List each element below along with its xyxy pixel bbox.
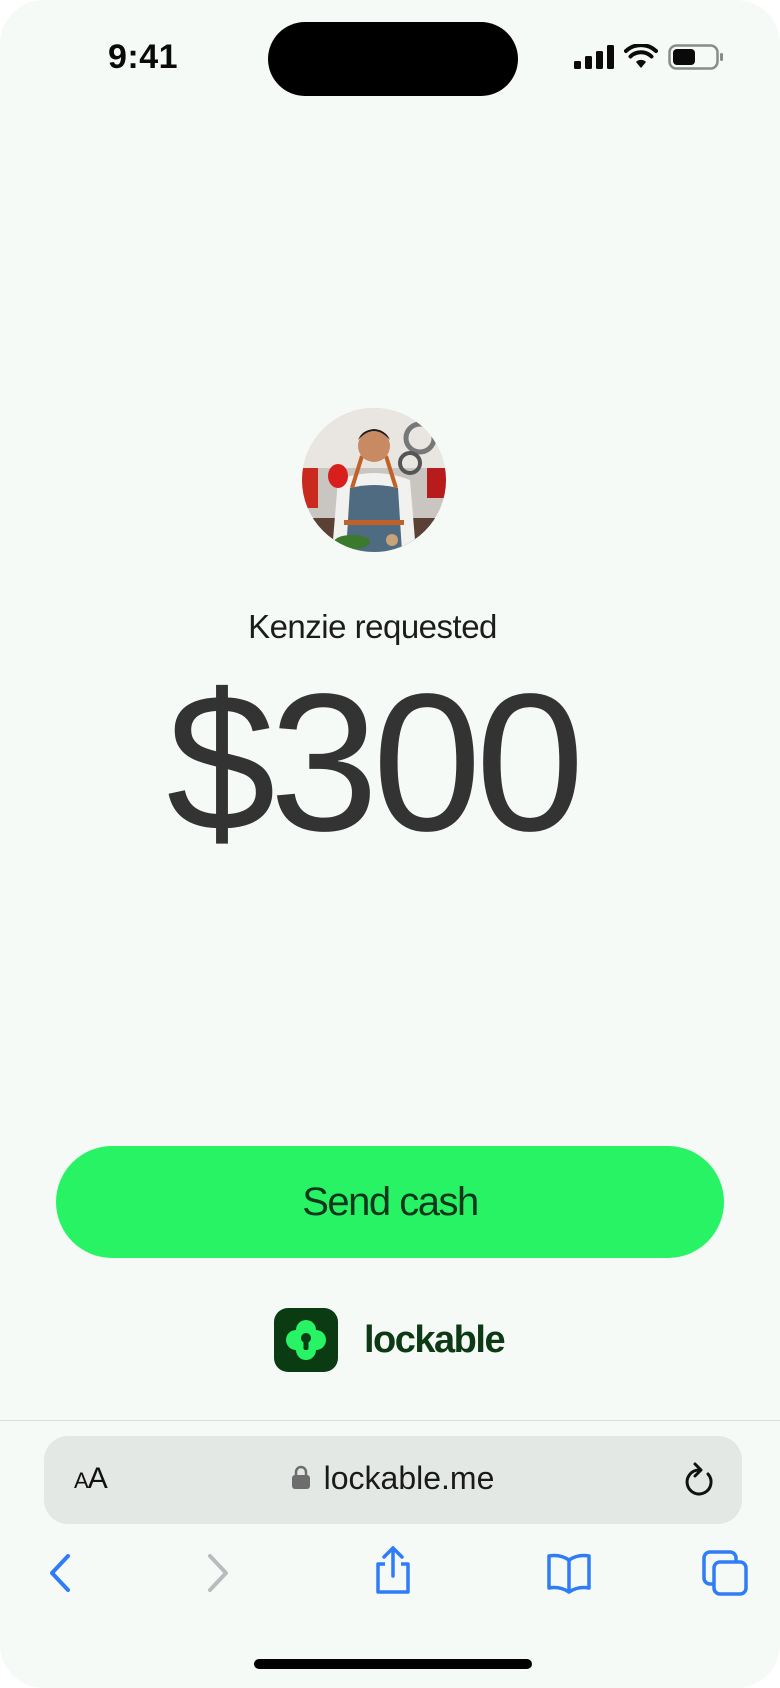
status-time: 9:41 [108, 38, 179, 76]
reload-icon[interactable] [682, 1460, 716, 1503]
bookmarks-icon[interactable] [546, 1550, 592, 1599]
signal-icon [574, 45, 614, 74]
send-cash-button[interactable]: Send cash [56, 1146, 724, 1258]
request-label: Kenzie requested [248, 608, 497, 645]
url-display[interactable]: lockable.me [44, 1460, 742, 1497]
request-amount: $300 [166, 653, 584, 872]
tabs-icon[interactable] [702, 1550, 750, 1601]
url-text: lockable.me [323, 1460, 495, 1496]
phone-screen: 9:41 Kenzie requested $300 Send cash loc… [0, 0, 780, 1688]
brand-lockup: lockable [274, 1308, 506, 1372]
back-icon[interactable] [46, 1550, 76, 1601]
lockable-logo-icon [274, 1308, 338, 1372]
brand-name: lockable [364, 1318, 506, 1361]
dynamic-island [268, 22, 518, 96]
wifi-icon [624, 43, 658, 75]
address-bar[interactable]: AA lockable.me [44, 1436, 742, 1524]
share-icon[interactable] [372, 1544, 414, 1601]
home-indicator[interactable] [254, 1659, 532, 1669]
battery-icon [668, 44, 724, 75]
forward-icon[interactable] [202, 1550, 232, 1601]
requester-avatar [302, 408, 446, 552]
status-icons [574, 43, 724, 75]
lock-icon [291, 1460, 310, 1497]
